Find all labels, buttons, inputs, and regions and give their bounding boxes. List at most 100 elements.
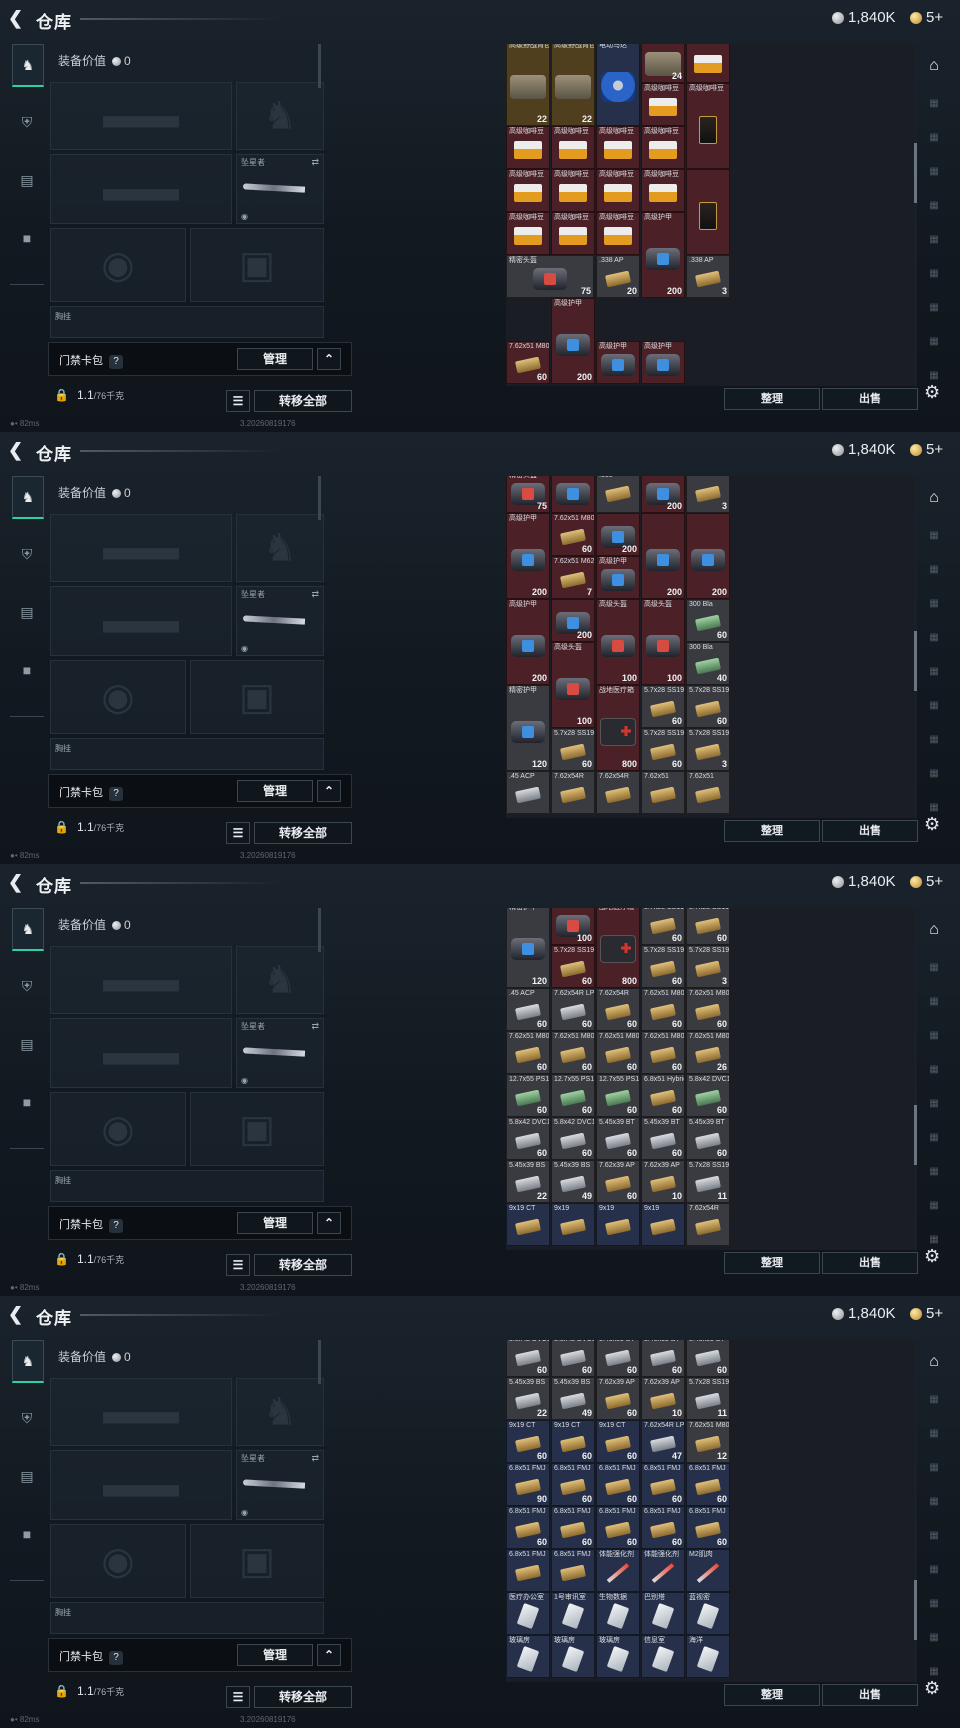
stash-item[interactable]: 5.45x39 BS 22 <box>506 1160 550 1203</box>
stash-item[interactable]: 高级头盔 100 <box>641 599 685 685</box>
sort-button[interactable]: 整理 <box>724 820 820 842</box>
melee-slot[interactable]: 坠星者 ⇄ ◉ <box>236 154 324 224</box>
sell-button[interactable]: 出售 <box>822 1684 918 1706</box>
stash-item[interactable]: .45 ACP 60 <box>506 988 550 1031</box>
map-icon[interactable]: ▦ <box>922 228 946 252</box>
sell-button[interactable]: 出售 <box>822 820 918 842</box>
stash-item[interactable]: 5.7x28 SS190 60 <box>641 685 685 728</box>
map-icon[interactable]: ▦ <box>922 956 946 980</box>
stash-item[interactable]: 5.7x28 SS190 3 <box>686 945 730 988</box>
map-icon[interactable]: ▦ <box>922 762 946 786</box>
tab-weapons[interactable]: ♞ <box>12 908 44 951</box>
stash-item[interactable]: 高级咖啡豆 <box>641 83 685 126</box>
primary-weapon-slot[interactable]: ▬▬ <box>50 514 232 582</box>
helmet-slot[interactable]: ◉ <box>50 1092 186 1166</box>
map-icon[interactable]: ▦ <box>922 92 946 116</box>
chest-rig-slot[interactable]: 胸挂 <box>50 1602 324 1634</box>
stash-item[interactable]: 7.62x51 M80 60 <box>686 988 730 1031</box>
stash-item[interactable]: .45 ACP <box>506 771 550 814</box>
stash-item[interactable]: .338 <box>596 476 640 513</box>
stash-item[interactable]: 7.62x54R <box>596 771 640 814</box>
stash-item[interactable]: 7.62x54R <box>551 771 595 814</box>
list-view-button[interactable]: ☰ <box>226 390 250 412</box>
stash-item[interactable]: 7.62x39 AP 60 <box>596 1160 640 1203</box>
expand-button[interactable]: ⌃ <box>317 1212 341 1234</box>
stash-item[interactable]: 高级护甲 <box>596 556 640 599</box>
map-icon[interactable]: ▦ <box>922 694 946 718</box>
manage-button[interactable]: 管理 <box>237 1212 313 1234</box>
stash-item[interactable]: 7.62x54R LPS 47 <box>641 1420 685 1463</box>
stash-item[interactable]: 7.62x51 M80 12 <box>686 1420 730 1463</box>
stash-item[interactable]: 200 <box>551 599 595 642</box>
back-button[interactable]: ❮ <box>8 440 26 460</box>
transfer-all-button[interactable]: 转移全部 <box>254 822 352 844</box>
sell-button[interactable]: 出售 <box>822 388 918 410</box>
stash-item[interactable]: 信息室 <box>641 1635 685 1678</box>
manage-button[interactable]: 管理 <box>237 780 313 802</box>
back-button[interactable]: ❮ <box>8 1304 26 1324</box>
sidearm-slot[interactable]: ♞ <box>236 946 324 1014</box>
settings-gear-icon[interactable]: ⚙ <box>924 1246 940 1267</box>
stash-item[interactable]: 1号审讯室 <box>551 1592 595 1635</box>
stash-item[interactable]: 高级护甲 <box>641 341 685 384</box>
stash-item[interactable]: 7.62x51 M80 60 <box>551 513 595 556</box>
stash-item[interactable]: 高级咖啡豆 <box>506 212 550 255</box>
stash-item[interactable]: 体能强化剂 <box>641 1549 685 1592</box>
map-icon[interactable]: ▦ <box>922 1626 946 1650</box>
settings-gear-icon[interactable]: ⚙ <box>924 1678 940 1699</box>
stash-item[interactable]: 高级护甲 <box>596 341 640 384</box>
stash-item[interactable]: 6.8x51 FMJ 60 <box>641 1506 685 1549</box>
stash-item[interactable]: 5.45x39 BT 60 <box>596 1117 640 1160</box>
helmet-slot[interactable]: ◉ <box>50 660 186 734</box>
map-icon[interactable]: ▦ <box>922 160 946 184</box>
stash-item[interactable]: 200 <box>641 476 685 513</box>
map-icon[interactable]: ▦ <box>922 296 946 320</box>
stash-item[interactable]: 6.8x51 FMJ 60 <box>506 1506 550 1549</box>
stash-item[interactable]: 5.7x28 SS190 60 <box>641 908 685 945</box>
stash-item[interactable]: 战地医疗箱 800 <box>596 685 640 771</box>
map-icon[interactable]: ▦ <box>922 1024 946 1048</box>
stash-scrollbar-thumb[interactable] <box>914 1105 917 1165</box>
stash-item[interactable]: 24 <box>641 44 685 83</box>
stash-item[interactable]: 7.62x51 M62 7 <box>551 556 595 599</box>
manage-button[interactable]: 管理 <box>237 348 313 370</box>
arcade-icon[interactable]: ⌂ <box>922 918 946 942</box>
stash-item[interactable]: 医疗办公室 <box>506 1592 550 1635</box>
sell-button[interactable]: 出售 <box>822 1252 918 1274</box>
stash-item[interactable]: 5.7x28 SS190 60 <box>551 945 595 988</box>
stash-item[interactable]: 5.8x42 DVC12 60 <box>506 1340 550 1377</box>
arcade-icon[interactable]: ⌂ <box>922 54 946 78</box>
arcade-icon[interactable]: ⌂ <box>922 486 946 510</box>
stash-item[interactable]: 精密头盔 75 <box>506 476 550 513</box>
settings-gear-icon[interactable]: ⚙ <box>924 382 940 403</box>
tab-equipment[interactable]: ■ <box>12 650 42 690</box>
loadout-scrollbar[interactable] <box>318 908 321 952</box>
stash-item[interactable]: 体能强化剂 <box>596 1549 640 1592</box>
stash-item[interactable]: 9x19 CT 60 <box>596 1420 640 1463</box>
stash-item[interactable]: 7.62x51 M80 26 <box>686 1031 730 1074</box>
stash-item[interactable]: 9x19 <box>596 1203 640 1246</box>
stash-item[interactable]: 玻璃房 <box>551 1635 595 1678</box>
stash-item[interactable]: 7.62x51 M80 60 <box>641 988 685 1031</box>
stash-item[interactable]: 高级咖啡豆 <box>506 169 550 212</box>
swap-icon[interactable]: ⇄ <box>311 589 319 600</box>
map-icon[interactable]: ▦ <box>922 558 946 582</box>
stash-item[interactable]: 5.7x28 SS190 11 <box>686 1160 730 1203</box>
stash-item[interactable]: 7.62x54R LPS 60 <box>551 988 595 1031</box>
swap-icon[interactable]: ⇄ <box>311 1453 319 1464</box>
tab-items[interactable]: ▤ <box>12 1024 42 1064</box>
map-icon[interactable]: ▦ <box>922 1558 946 1582</box>
armor-slot[interactable]: ▣ <box>190 1524 324 1598</box>
armor-slot[interactable]: ▣ <box>190 660 324 734</box>
stash-item[interactable]: 5.45x39 BS 49 <box>551 1160 595 1203</box>
stash-item[interactable]: 9x19 CT <box>506 1203 550 1246</box>
tab-equipment[interactable]: ■ <box>12 218 42 258</box>
stash-item[interactable]: 12.7x55 PS12B 60 <box>506 1074 550 1117</box>
tab-armor[interactable]: ⛨ <box>12 102 42 142</box>
stash-item[interactable]: 6.8x51 FMJ <box>551 1549 595 1592</box>
stash-scrollbar-thumb[interactable] <box>914 631 917 691</box>
stash-item[interactable]: 高级咖啡豆 <box>506 126 550 169</box>
tab-equipment[interactable]: ■ <box>12 1082 42 1122</box>
tab-weapons[interactable]: ♞ <box>12 1340 44 1383</box>
stash-item[interactable]: 5.8x42 DVC12 60 <box>686 1074 730 1117</box>
